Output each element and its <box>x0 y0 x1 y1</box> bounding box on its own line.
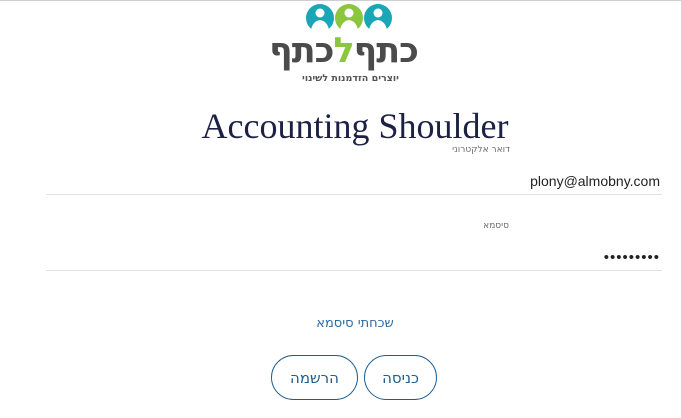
forgot-password-link[interactable]: שכחתי סיסמא <box>0 316 681 331</box>
email-label: דואר אלקטרוני <box>452 145 510 155</box>
logo-word-right: כתף <box>353 31 419 71</box>
login-button[interactable]: כניסה <box>364 355 437 400</box>
logo-word-left: כתף <box>269 31 334 71</box>
top-border <box>0 0 681 1</box>
logo-tagline: יוצרים הזדמנות לשינוי <box>302 73 399 84</box>
password-field[interactable] <box>46 244 662 271</box>
email-field[interactable] <box>46 168 662 195</box>
brand-logo: כתףלכתף יוצרים הזדמנות לשינוי <box>269 2 419 88</box>
logo-word-middle: ל <box>333 31 354 71</box>
register-button[interactable]: הרשמה <box>271 355 358 400</box>
page-title: Accounting Shoulder <box>201 106 509 146</box>
password-label: סיסמא <box>483 221 509 231</box>
logo-wordmark: כתףלכתף <box>269 31 419 71</box>
